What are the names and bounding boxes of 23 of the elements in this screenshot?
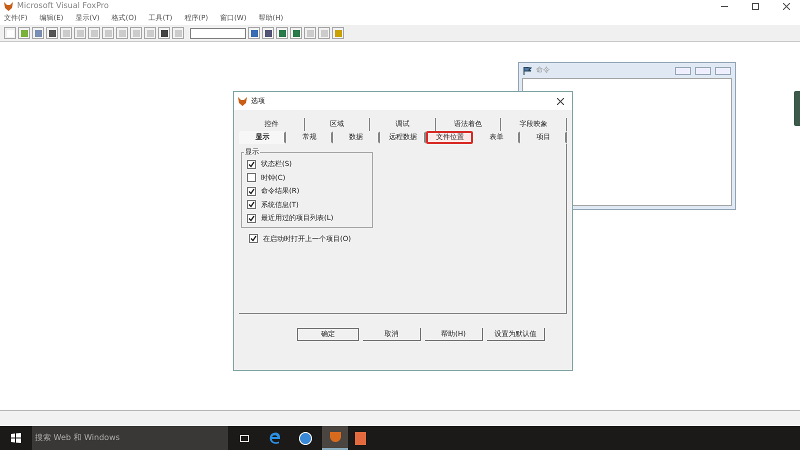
toolbar-icon[interactable] xyxy=(46,27,58,39)
window-title: Microsoft Visual FoxPro xyxy=(17,0,109,12)
app-icon[interactable] xyxy=(299,432,312,444)
flag-icon xyxy=(523,66,532,74)
toolbar-icon[interactable] xyxy=(262,27,274,39)
toolbar-icon[interactable] xyxy=(290,27,302,39)
close-icon[interactable] xyxy=(557,98,564,104)
checkbox[interactable] xyxy=(247,214,256,223)
edge-icon[interactable] xyxy=(269,432,281,444)
toolbar-icon[interactable] xyxy=(158,27,170,39)
checkbox[interactable] xyxy=(247,186,256,196)
task-view-icon[interactable] xyxy=(240,434,249,442)
close-icon[interactable] xyxy=(783,2,790,10)
windows-icon[interactable] xyxy=(11,433,21,443)
checkbox[interactable] xyxy=(247,160,256,169)
maximize-icon[interactable] xyxy=(752,2,759,10)
checkbox[interactable] xyxy=(249,234,258,244)
checkbox[interactable] xyxy=(247,173,256,182)
toolbar-icon[interactable] xyxy=(248,27,260,39)
toolbar-icon[interactable] xyxy=(276,27,288,39)
checkbox[interactable] xyxy=(247,200,256,210)
search-field[interactable]: 搜索 Web 和 Windows xyxy=(32,426,228,450)
combo-box[interactable] xyxy=(190,28,246,38)
